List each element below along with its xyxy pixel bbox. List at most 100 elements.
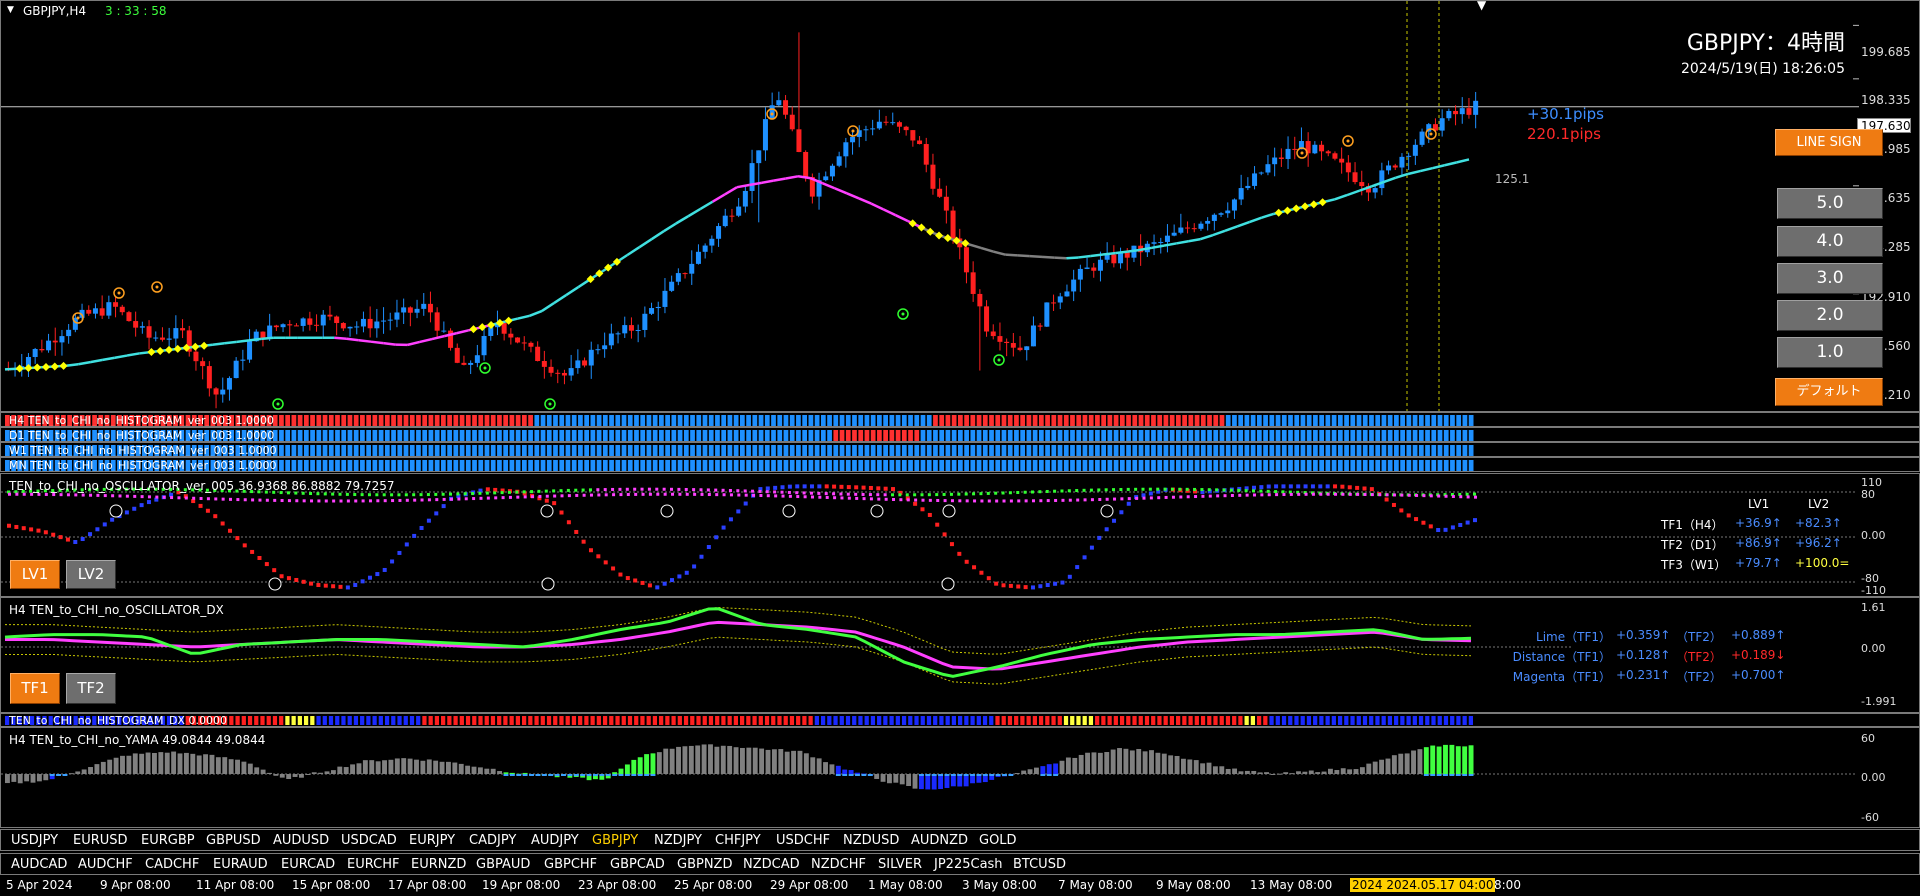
symbol-eurcad[interactable]: EURCAD — [281, 857, 335, 872]
symbol-usdchf[interactable]: USDCHF — [776, 833, 830, 848]
symbol-nzdchf[interactable]: NZDCHF — [811, 857, 866, 872]
level-1-button[interactable]: 1.0 — [1777, 337, 1883, 368]
histogram-bar — [677, 460, 683, 471]
histogram-dx-bar — [926, 716, 932, 725]
oscillator-pane[interactable]: TEN_to_CHI_no_OSCILLATOR_ver_005 36.9368… — [0, 473, 1920, 597]
histogram-dx-bar — [1014, 716, 1019, 725]
level-5-button[interactable]: 5.0 — [1777, 188, 1883, 219]
tf2-button[interactable]: TF2 — [66, 673, 116, 704]
symbol-chfjpy[interactable]: CHFJPY — [715, 833, 761, 848]
histogram-bar — [933, 415, 938, 426]
symbol-gbpusd[interactable]: GBPUSD — [206, 833, 261, 848]
histogram-bar — [1045, 415, 1050, 426]
histogram-bar — [640, 460, 646, 471]
candle-body — [984, 306, 990, 332]
candle-body — [615, 333, 621, 335]
histogram-bar — [901, 460, 907, 471]
candle-body — [1057, 296, 1063, 303]
level-4-button[interactable]: 4.0 — [1777, 226, 1883, 257]
symbol-euraud[interactable]: EURAUD — [213, 857, 268, 872]
symbol-nzdjpy[interactable]: NZDJPY — [654, 833, 702, 848]
default-button[interactable]: デフォルト — [1775, 378, 1883, 406]
symbol-usdjpy[interactable]: USDJPY — [11, 833, 58, 848]
histogram-bar — [1350, 415, 1356, 426]
symbol-audcad[interactable]: AUDCAD — [11, 857, 67, 872]
histogram-dx-bar — [1362, 716, 1368, 725]
yama-bar — [497, 771, 503, 774]
histogram-bar — [409, 430, 415, 441]
level-2-button[interactable]: 2.0 — [1777, 300, 1883, 331]
histogram-dx-bar — [870, 716, 876, 725]
histogram-bar — [895, 415, 901, 426]
level-3-button[interactable]: 3.0 — [1777, 263, 1883, 294]
yama-tick: -60 — [1861, 811, 1879, 824]
yama-bar — [727, 745, 733, 774]
histogram-dx-bar — [646, 716, 651, 725]
main-chart-pane[interactable]: ▼ GBPJPY,H4 3 : 33 : 58 ▼ GBPJPY：4時間 202… — [0, 0, 1920, 412]
lv1-button[interactable]: LV1 — [10, 560, 60, 589]
histogram-bar — [521, 430, 527, 441]
symbol-eurjpy[interactable]: EURJPY — [409, 833, 455, 848]
yama-base-bar — [644, 774, 650, 776]
tf1-button[interactable]: TF1 — [10, 673, 60, 704]
histogram-bar — [571, 430, 577, 441]
symbol-gbpcad[interactable]: GBPCAD — [610, 857, 665, 872]
line-sign-button[interactable]: LINE SIGN — [1775, 129, 1883, 156]
symbol-gold[interactable]: GOLD — [979, 833, 1017, 848]
chart-menu-icon[interactable]: ▼ — [7, 5, 14, 15]
scroll-marker-icon[interactable]: ▼ — [1477, 1, 1486, 11]
histogram-mn-pane[interactable]: MN TEN_to_CHI_no_HISTOGRAM_ver_003 1.000… — [0, 457, 1920, 472]
symbol-cadchf[interactable]: CADCHF — [145, 857, 199, 872]
symbol-gbpchf[interactable]: GBPCHF — [544, 857, 597, 872]
histogram-w1 — [5, 445, 1474, 456]
symbol-audnzd[interactable]: AUDNZD — [911, 833, 968, 848]
symbol-nzdcad[interactable]: NZDCAD — [743, 857, 800, 872]
histogram-d1-pane[interactable]: D1 TEN_to_CHI_no_HISTOGRAM_ver_003 1.000… — [0, 427, 1920, 442]
symbol-audchf[interactable]: AUDCHF — [78, 857, 133, 872]
osc-lv1-dot — [531, 495, 535, 499]
osc-lv1-dot — [973, 499, 977, 503]
symbol-eurusd[interactable]: EURUSD — [73, 833, 128, 848]
symbol-usdcad[interactable]: USDCAD — [341, 833, 397, 848]
osc-lv1-dot — [413, 498, 417, 502]
histogram-bar — [1418, 460, 1424, 471]
lv2-button[interactable]: LV2 — [66, 560, 116, 589]
symbol-eurchf[interactable]: EURCHF — [347, 857, 399, 872]
histogram-bar — [1007, 430, 1013, 441]
symbol-eurnzd[interactable]: EURNZD — [411, 857, 466, 872]
yama-pane[interactable]: H4 TEN_to_CHI_no_YAMA 49.0844 49.0844 60… — [0, 727, 1920, 828]
signal-diamond — [1309, 200, 1318, 209]
histogram-bar — [316, 430, 322, 441]
symbol-gbpaud[interactable]: GBPAUD — [476, 857, 530, 872]
yama-bar — [177, 753, 183, 774]
osc-lv1-dot — [950, 499, 954, 503]
osc-dot — [655, 585, 660, 590]
histogram-bar — [1138, 415, 1144, 426]
moving-average-segment — [431, 334, 445, 341]
histogram-h4-pane[interactable]: H4 TEN_to_CHI_no_HISTOGRAM_ver_003 1.000… — [0, 412, 1920, 427]
symbol-gbpnzd[interactable]: GBPNZD — [677, 857, 732, 872]
candle-body — [166, 338, 172, 340]
symbol-eurgbp[interactable]: EURGBP — [141, 833, 195, 848]
oscillator-dx-pane[interactable]: H4 TEN_to_CHI_no_OSCILLATOR_DX TF1 TF2 L… — [0, 597, 1920, 713]
symbol-audusd[interactable]: AUDUSD — [273, 833, 329, 848]
histogram-bar — [1088, 415, 1094, 426]
symbol-btcusd[interactable]: BTCUSD — [1013, 857, 1066, 872]
histogram-bar — [1126, 430, 1131, 441]
symbol-gbpjpy[interactable]: GBPJPY — [592, 833, 638, 848]
symbol-silver[interactable]: SILVER — [878, 857, 922, 872]
histogram-bar — [827, 430, 832, 441]
symbol-nzdusd[interactable]: NZDUSD — [843, 833, 899, 848]
osc-lv1-dot — [435, 498, 439, 502]
price-chart[interactable] — [1, 1, 1920, 412]
symbol-audjpy[interactable]: AUDJPY — [531, 833, 579, 848]
symbol-cadjpy[interactable]: CADJPY — [469, 833, 516, 848]
histogram-bar — [652, 430, 658, 441]
histogram-w1-pane[interactable]: W1 TEN_to_CHI_no_HISTOGRAM_ver_003 1.000… — [0, 442, 1920, 457]
candle-body — [52, 340, 58, 343]
histogram-dx-pane[interactable]: TEN_to_CHI_no_HISTOGRAM_DX 0.0000 — [0, 713, 1920, 727]
histogram-bar — [852, 445, 857, 456]
yama-bar — [650, 753, 656, 774]
symbol-jp225cash[interactable]: JP225Cash — [934, 857, 1003, 872]
histogram-bar — [796, 445, 801, 456]
